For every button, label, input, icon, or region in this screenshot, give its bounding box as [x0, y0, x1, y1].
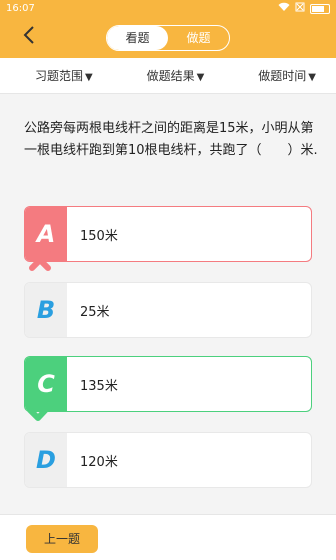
tab-do-question[interactable]: 做题 [168, 26, 229, 50]
chevron-left-icon [23, 26, 34, 44]
option-text: 25米 [80, 304, 110, 320]
option-b[interactable]: B 25米 [24, 282, 312, 338]
option-letter: B [36, 296, 56, 324]
filter-time[interactable]: 做题时间 ▼ [258, 67, 316, 84]
battery-icon [310, 4, 330, 14]
prev-question-button[interactable]: 上一题 [26, 525, 98, 553]
option-text: 120米 [80, 454, 118, 470]
back-button[interactable] [22, 24, 42, 50]
filter-result[interactable]: 做题结果 ▼ [147, 67, 205, 84]
option-letter: A [36, 220, 56, 248]
option-letter-box: D [25, 433, 67, 487]
filter-range-label: 习题范围 [35, 69, 84, 83]
dropdown-arrow-icon: ▼ [85, 72, 93, 83]
option-a[interactable]: A 150米 [24, 206, 312, 262]
view-toggle: 看题 做题 [106, 25, 230, 51]
tab-view-question[interactable]: 看题 [107, 26, 168, 50]
status-icons [278, 2, 330, 16]
option-text: 150米 [80, 228, 118, 244]
question-text: 公路旁每两根电线杆之间的距离是15米，小明从第一根电线杆跑到第10根电线杆，共跑… [24, 121, 318, 158]
filter-time-label: 做题时间 [258, 69, 307, 83]
dropdown-arrow-icon: ▼ [308, 72, 316, 83]
option-letter-box: B [25, 283, 67, 337]
option-text: 135米 [80, 378, 118, 394]
header-bar: 16:07 看题 做题 [0, 0, 336, 58]
option-letter: D [36, 446, 56, 474]
status-time: 16:07 [6, 3, 35, 14]
check-mark-icon [27, 398, 57, 421]
sim-icon [295, 2, 305, 16]
status-bar: 16:07 [0, 0, 336, 18]
wifi-icon [278, 2, 290, 16]
option-d[interactable]: D 120米 [24, 432, 312, 488]
filter-bar: 习题范围 ▼ 做题结果 ▼ 做题时间 ▼ [0, 58, 336, 94]
option-c[interactable]: C 135米 [24, 356, 312, 412]
bottom-bar: 上一题 [0, 514, 336, 560]
dropdown-arrow-icon: ▼ [196, 72, 205, 83]
filter-result-label: 做题结果 [146, 69, 195, 83]
wrong-mark-icon [29, 249, 51, 271]
option-letter: C [37, 370, 55, 398]
filter-range[interactable]: 习题范围 ▼ [35, 67, 93, 84]
